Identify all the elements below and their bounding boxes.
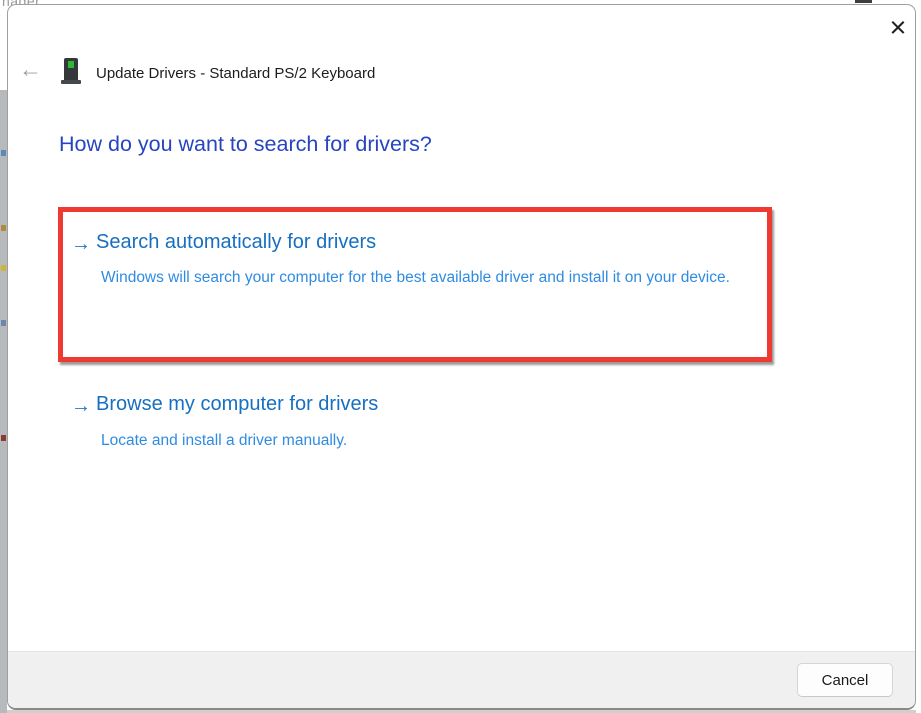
forward-arrow-icon: → [71,395,91,417]
dialog-footer: Cancel [8,651,915,708]
forward-arrow-icon: → [71,233,91,255]
cancel-button[interactable]: Cancel [797,663,893,697]
background-window-sliver [0,90,7,713]
back-arrow-icon: ← [19,56,42,82]
background-icon-fragment [1,265,6,271]
close-icon: × [889,11,907,44]
close-button[interactable]: × [880,10,915,46]
option-browse-computer[interactable]: Browse my computer for drivers Locate an… [96,389,776,459]
background-icon-fragment [1,320,6,326]
page-heading: How do you want to search for drivers? [59,132,432,156]
update-drivers-dialog: × ← Update Drivers - Standard PS/2 Keybo… [7,4,916,710]
option-title: Search automatically for drivers [96,231,377,253]
dialog-title: Update Drivers - Standard PS/2 Keyboard [96,65,376,82]
background-icon-fragment [1,435,6,441]
background-icon-fragment [1,150,6,156]
device-tower-icon [61,58,81,86]
background-window-control-fragment [855,0,872,3]
option-description: Windows will search your computer for th… [101,269,730,286]
option-title: Browse my computer for drivers [96,393,379,415]
option-description: Locate and install a driver manually. [101,432,348,449]
option-search-automatically[interactable]: Search automatically for drivers Windows… [96,227,776,337]
back-button[interactable]: ← [19,56,42,83]
background-icon-fragment [1,225,6,231]
